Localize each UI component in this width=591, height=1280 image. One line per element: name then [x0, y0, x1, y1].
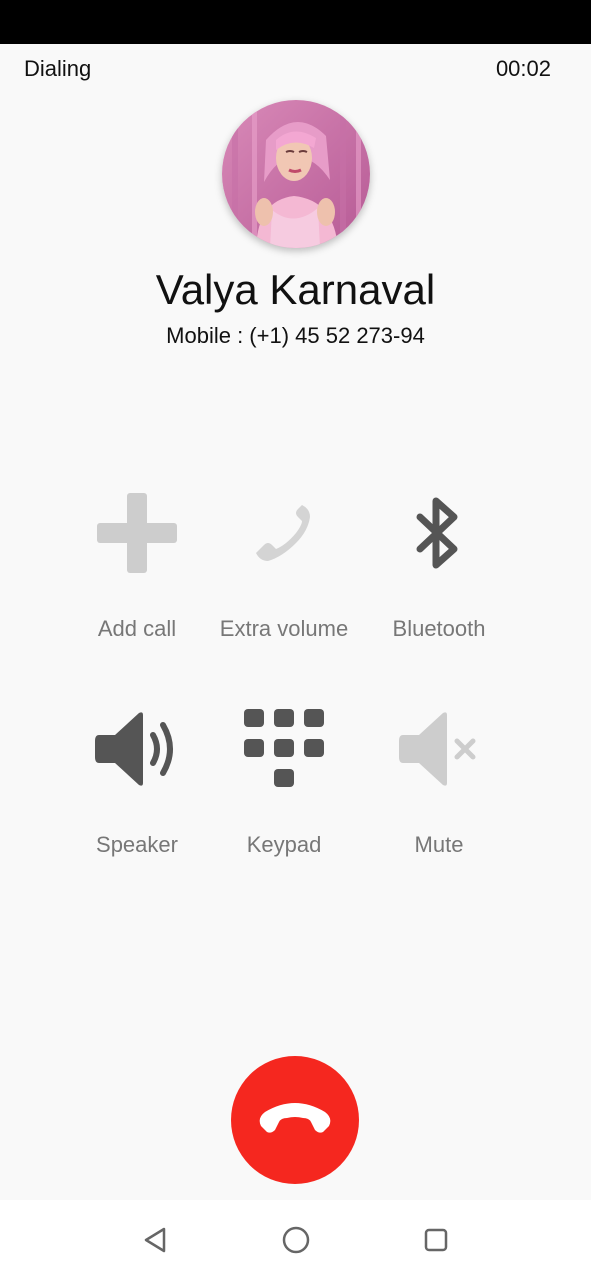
- speaker-icon: [52, 704, 222, 794]
- recents-square-icon: [424, 1228, 448, 1252]
- call-state-label: Dialing: [24, 56, 92, 81]
- contact-avatar: [222, 100, 370, 248]
- call-timer: 00:02: [495, 56, 551, 81]
- keypad-icon: [199, 704, 369, 794]
- back-triangle-icon: [144, 1227, 166, 1253]
- home-button[interactable]: [280, 1224, 312, 1256]
- hang-up-icon: [259, 1103, 331, 1133]
- extra-volume-button[interactable]: Extra volume: [199, 488, 369, 642]
- avatar-photo: [222, 100, 370, 248]
- keypad-button[interactable]: Keypad: [199, 704, 369, 858]
- contact-name: Valya Karnaval: [155, 266, 436, 313]
- add-call-button[interactable]: Add call: [52, 488, 222, 642]
- add-call-label: Add call: [97, 616, 177, 641]
- bluetooth-label: Bluetooth: [392, 616, 486, 641]
- keypad-label: Keypad: [246, 832, 322, 857]
- end-call-button[interactable]: [231, 1056, 359, 1184]
- home-circle-icon: [282, 1226, 310, 1254]
- recents-button[interactable]: [420, 1224, 452, 1256]
- mute-icon: [354, 704, 524, 794]
- contact-number: Mobile : (+1) 45 52 273-94: [166, 323, 425, 348]
- back-button[interactable]: [140, 1224, 172, 1256]
- extra-volume-label: Extra volume: [219, 616, 349, 641]
- bluetooth-button[interactable]: Bluetooth: [354, 488, 524, 642]
- speaker-button[interactable]: Speaker: [52, 704, 222, 858]
- plus-icon: [52, 488, 222, 578]
- bluetooth-icon: [354, 488, 524, 578]
- call-screen: Dialing 00:02 Valya Karnaval Mobile: (+…: [0, 0, 591, 1280]
- speaker-label: Speaker: [96, 832, 178, 857]
- mute-label: Mute: [414, 832, 464, 857]
- mute-button[interactable]: Mute: [354, 704, 524, 858]
- phone-icon: [199, 488, 369, 578]
- status-bar: [0, 0, 591, 44]
- navigation-bar: [0, 1200, 591, 1280]
